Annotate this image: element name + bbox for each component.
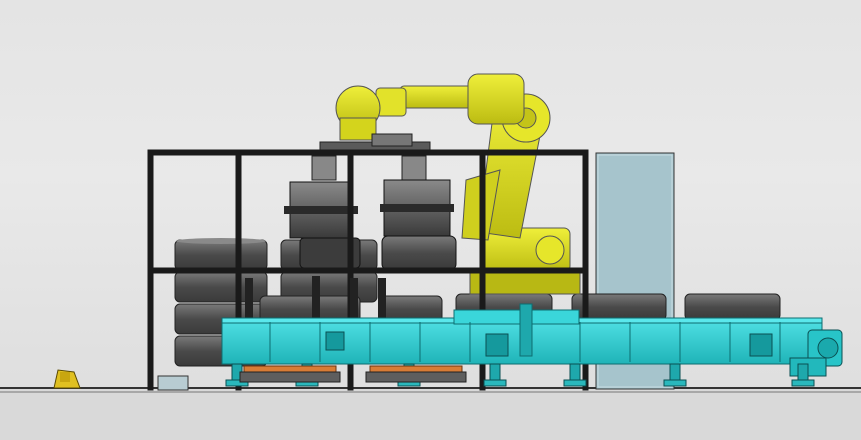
cad-viewport[interactable] bbox=[0, 0, 861, 440]
floor-plane bbox=[0, 387, 861, 440]
junction-box[interactable] bbox=[157, 375, 189, 391]
floor-warning-marker[interactable] bbox=[53, 369, 81, 389]
robot-cell-scene bbox=[0, 73, 861, 440]
